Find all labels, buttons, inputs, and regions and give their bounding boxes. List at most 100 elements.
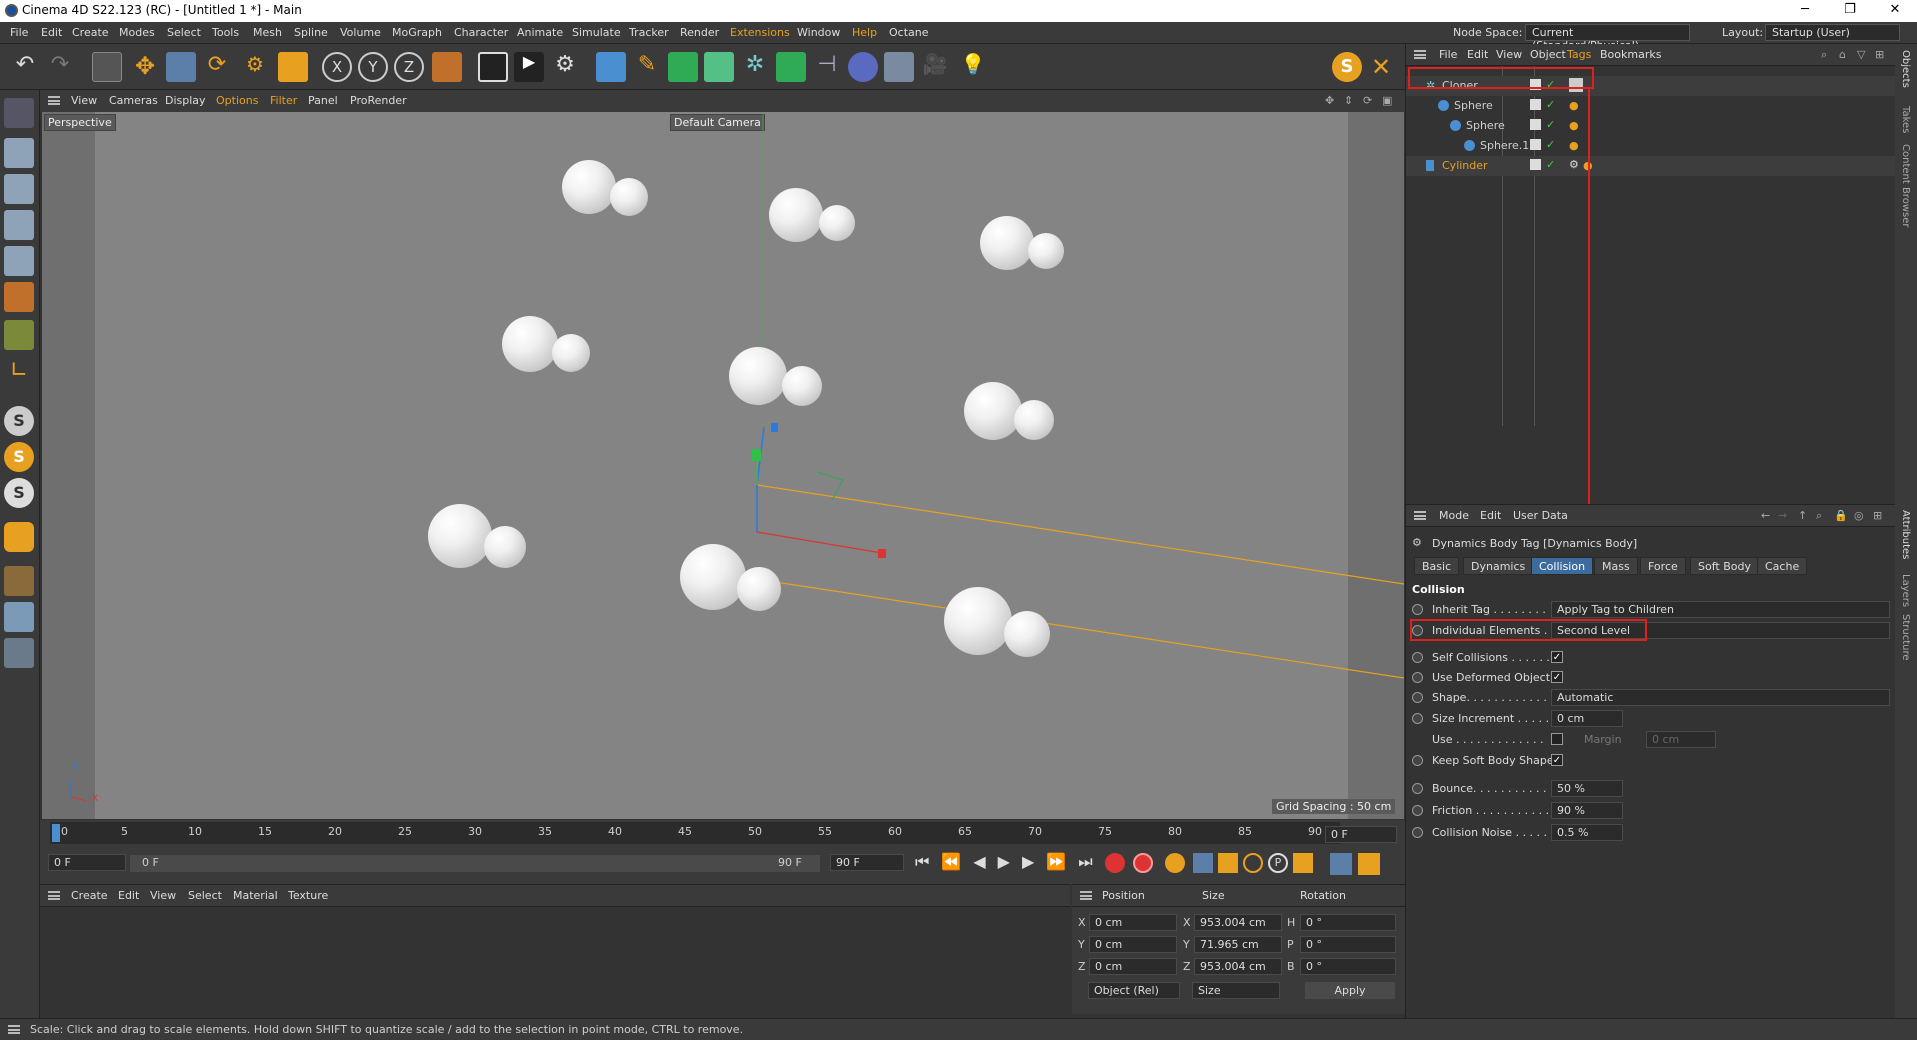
editor-visible-icon[interactable] — [1530, 119, 1541, 130]
tab-basic[interactable]: Basic — [1414, 557, 1460, 575]
edges-mode-icon[interactable] — [4, 246, 34, 276]
render-settings-icon[interactable]: ⚙ — [550, 52, 580, 82]
enabled-check-icon[interactable]: ✓ — [1546, 158, 1555, 171]
sound-icon[interactable] — [1330, 853, 1352, 875]
viewport-toggle-icon[interactable]: ▣ — [1382, 94, 1392, 107]
bounce-field[interactable]: 50 % — [1551, 780, 1623, 797]
z-axis-lock-icon[interactable]: Z — [394, 52, 424, 82]
self-collisions-checkbox[interactable]: ✓ — [1551, 651, 1563, 663]
menu-select[interactable]: Select — [167, 26, 201, 39]
side-tab-structure[interactable]: Structure — [1900, 614, 1911, 661]
parameter-key-icon[interactable]: P — [1268, 853, 1288, 873]
editor-visible-icon[interactable] — [1530, 139, 1541, 150]
vp-menu-prorender[interactable]: ProRender — [350, 94, 407, 107]
mat-menu-texture[interactable]: Texture — [288, 889, 328, 902]
vp-menu-display[interactable]: Display — [165, 94, 206, 107]
goto-end-icon[interactable]: ⏭ — [1078, 852, 1104, 871]
viewport-solo-icon[interactable] — [4, 602, 34, 632]
menu-file[interactable]: File — [10, 26, 28, 39]
rotation-b-field[interactable]: 0 ° — [1300, 958, 1396, 975]
undo-icon[interactable]: ↶ — [10, 52, 40, 82]
om-menu-edit[interactable]: Edit — [1467, 48, 1488, 61]
frame-range-slider[interactable]: 0 F 90 F — [130, 855, 820, 872]
field-icon[interactable] — [848, 52, 878, 82]
use-deformed-checkbox[interactable]: ✓ — [1551, 671, 1563, 683]
om-home-icon[interactable]: ⌂ — [1839, 48, 1846, 61]
attr-new-window-icon[interactable]: ⊞ — [1873, 509, 1882, 522]
mat-menu-create[interactable]: Create — [71, 889, 108, 902]
points-mode-icon[interactable] — [4, 210, 34, 240]
mat-menu-select[interactable]: Select — [188, 889, 222, 902]
menu-volume[interactable]: Volume — [340, 26, 381, 39]
axis-icon[interactable] — [4, 638, 34, 668]
position-z-field[interactable]: 0 cm — [1089, 958, 1177, 975]
keyframe-radio[interactable] — [1412, 713, 1423, 724]
om-menu-file[interactable]: File — [1439, 48, 1457, 61]
mat-menu-view[interactable]: View — [150, 889, 176, 902]
uv-mode-icon[interactable] — [4, 320, 34, 350]
floor-icon[interactable] — [884, 52, 914, 82]
editor-visible-icon[interactable] — [1530, 159, 1541, 170]
enabled-check-icon[interactable]: ✓ — [1546, 118, 1555, 131]
keyframe-selection-icon[interactable] — [1165, 853, 1185, 873]
octane-settings-icon[interactable]: S — [4, 478, 34, 508]
dynamics-tag-icon[interactable]: ● — [1569, 139, 1579, 152]
menu-simulate[interactable]: Simulate — [572, 26, 621, 39]
rotation-key-icon[interactable] — [1243, 853, 1263, 873]
side-tab-layers[interactable]: Layers — [1900, 574, 1911, 607]
subdivision-surface-icon[interactable] — [668, 52, 698, 82]
side-tab-takes[interactable]: Takes — [1900, 106, 1911, 133]
side-tab-objects[interactable]: Objects — [1900, 50, 1911, 88]
enabled-check-icon[interactable]: ✓ — [1546, 98, 1555, 111]
y-axis-lock-icon[interactable]: Y — [358, 52, 388, 82]
menu-modes[interactable]: Modes — [119, 26, 155, 39]
prev-key-icon[interactable]: ⏪ — [941, 852, 973, 871]
lock-icon[interactable]: 🔒 — [1834, 509, 1848, 522]
om-menu-view[interactable]: View — [1496, 48, 1522, 61]
menu-tools[interactable]: Tools — [212, 26, 239, 39]
attr-search-icon[interactable]: ⌕ — [1816, 509, 1822, 523]
collision-noise-field[interactable]: 0.5 % — [1551, 824, 1623, 841]
friction-field[interactable]: 90 % — [1551, 802, 1623, 819]
menu-window[interactable]: Window — [797, 26, 840, 39]
menu-mograph[interactable]: MoGraph — [392, 26, 442, 39]
target-icon[interactable]: ◎ — [1854, 509, 1864, 522]
material-hamburger-icon[interactable] — [48, 891, 60, 900]
3d-viewport[interactable]: Perspective Default Camera Y X Grid Spac… — [42, 112, 1404, 819]
menu-extensions[interactable]: Extensions — [730, 26, 790, 39]
menu-create[interactable]: Create — [72, 26, 109, 39]
om-menu-object[interactable]: Object — [1530, 48, 1566, 61]
back-arrow-icon[interactable]: ← — [1761, 509, 1770, 522]
prev-frame-icon[interactable]: ◀ — [973, 852, 997, 871]
recent-tools-icon[interactable]: ⚙ — [240, 52, 270, 82]
keyframe-radio[interactable] — [1412, 604, 1423, 615]
goto-start-icon[interactable]: ⏮ — [915, 852, 941, 871]
object-row-sphere[interactable]: Sphere ✓ ● — [1406, 96, 1896, 116]
position-y-field[interactable]: 0 cm — [1089, 936, 1177, 953]
model-mode-icon[interactable] — [4, 138, 34, 168]
size-increment-field[interactable]: 0 cm — [1551, 710, 1623, 727]
select-tool-icon[interactable] — [92, 52, 122, 82]
attribute-hamburger-icon[interactable] — [1414, 511, 1426, 520]
om-menu-tags[interactable]: Tags — [1567, 48, 1591, 61]
vp-menu-options[interactable]: Options — [216, 94, 258, 107]
keyframe-radio[interactable] — [1412, 783, 1423, 794]
am-menu-mode[interactable]: Mode — [1439, 509, 1469, 522]
tab-cache[interactable]: Cache — [1757, 557, 1808, 575]
tab-collision[interactable]: Collision — [1531, 557, 1594, 575]
menu-help[interactable]: Help — [852, 26, 877, 39]
x-axis-lock-icon[interactable]: X — [322, 52, 352, 82]
current-frame-field[interactable]: 0 F — [1325, 826, 1397, 843]
menu-render[interactable]: Render — [680, 26, 719, 39]
end-frame-field[interactable]: 90 F — [830, 854, 904, 871]
keyframe-radio[interactable] — [1412, 827, 1423, 838]
extrude-icon[interactable] — [704, 52, 734, 82]
vp-menu-panel[interactable]: Panel — [308, 94, 338, 107]
tab-soft-body[interactable]: Soft Body — [1690, 557, 1759, 575]
rotate-tool-icon[interactable]: ⟳ — [202, 52, 232, 82]
menu-tracker[interactable]: Tracker — [629, 26, 669, 39]
keyframe-radio[interactable] — [1412, 672, 1423, 683]
start-frame-field[interactable]: 0 F — [48, 854, 126, 871]
world-coordinates-icon[interactable] — [432, 52, 462, 82]
keyframe-radio[interactable] — [1412, 692, 1423, 703]
